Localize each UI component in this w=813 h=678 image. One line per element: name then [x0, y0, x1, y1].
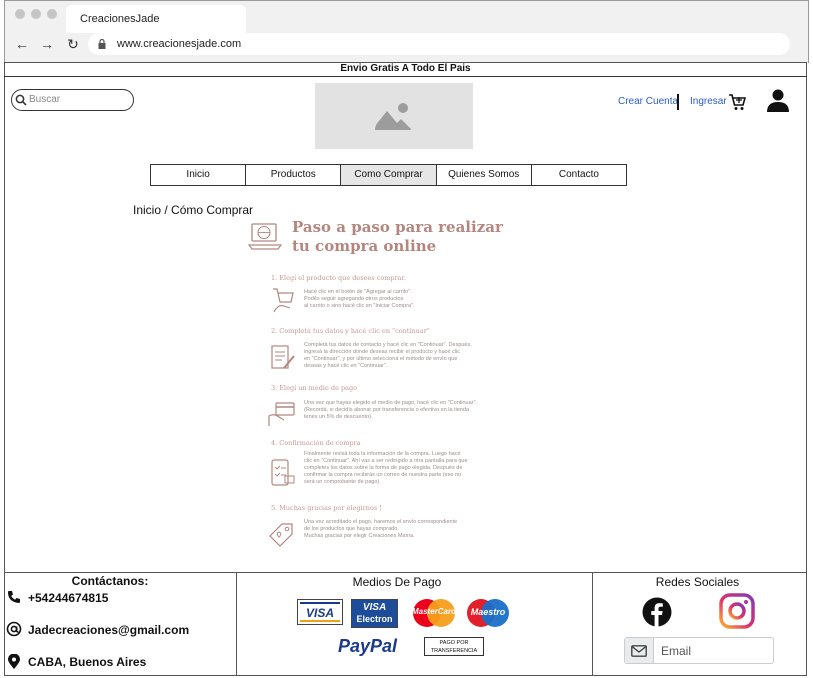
step-3-line: tenés un 5% de descuento).: [304, 414, 373, 420]
search-placeholder: Buscar: [29, 94, 61, 105]
contact-phone[interactable]: +54244674815: [28, 591, 108, 605]
cart-icon[interactable]: [728, 93, 746, 111]
laptop-globe-icon: [248, 223, 282, 250]
lock-icon: [98, 39, 106, 49]
step-4-text: Finalmente revisá toda la información de…: [304, 451, 468, 486]
contact-location: CABA, Buenos Aires: [28, 655, 147, 669]
tab-title: CreacionesJade: [80, 13, 160, 25]
search-input[interactable]: Buscar: [11, 89, 134, 111]
at-icon: [6, 621, 22, 637]
step-1-text: Hacé clic en el botón de "Agregar al car…: [304, 289, 415, 310]
card-hand-icon: [268, 402, 295, 426]
paypal-logo: PayPal: [338, 636, 398, 656]
step-4-heading: 4. Confirmación de compra: [271, 439, 361, 447]
window-minimize-dot[interactable]: [31, 9, 41, 19]
step-3-heading: 3. Elegí un medio de pago: [271, 384, 358, 392]
image-placeholder-icon: [375, 103, 411, 130]
step-2-line: en "Continuar", y por último seleccioná …: [304, 356, 458, 362]
mastercard-text: MasterCard: [411, 607, 456, 616]
header-divider: [677, 94, 679, 110]
envelope-icon: [631, 645, 647, 657]
nav-como-comprar[interactable]: Como Comprar: [341, 165, 437, 185]
url-text: www.creacionesjade.com: [117, 38, 242, 50]
step-5-text: Una vez acreditado el pago, haremos el e…: [304, 519, 457, 540]
visa-logo: VISA: [297, 599, 343, 625]
breadcrumb-current: Cómo Comprar: [171, 203, 254, 217]
shipping-banner: Envio Gratis A Todo El Pais: [4, 62, 807, 77]
step-4-line: confirmar la compra recibirás un correo …: [304, 472, 462, 478]
instagram-icon[interactable]: [719, 593, 755, 629]
window-maximize-dot[interactable]: [47, 9, 57, 19]
address-bar[interactable]: www.creacionesjade.com: [88, 33, 790, 55]
logo-placeholder[interactable]: [315, 83, 473, 149]
browser-tab[interactable]: CreacionesJade: [66, 5, 246, 33]
maestro-text: Maestro: [470, 607, 506, 617]
step-1-line: Hacé clic en el botón de "Agregar al car…: [304, 289, 412, 295]
step-4-line: Finalmente revisá toda la información de…: [304, 451, 461, 457]
cart-hand-icon: [273, 288, 294, 313]
breadcrumb-separator: /: [161, 203, 172, 217]
step-5-line: Muchas gracias por elegir Creaciones Mam…: [304, 533, 415, 539]
step-1-heading: 1. Elegí el producto que desees comprar.: [271, 274, 407, 282]
visa-electron-logo: VISA Electron: [351, 599, 398, 628]
step-2-line: deseas y hacé clic en "Continuar".: [304, 363, 388, 369]
email-placeholder: Email: [661, 644, 692, 658]
transfer-text-1: PAGO POR: [439, 640, 469, 646]
bank-transfer-logo: PAGO POR TRANSFERENCIA: [424, 637, 484, 656]
login-link[interactable]: Ingresar: [690, 96, 727, 107]
steps-title-line2: tu compra online: [292, 237, 437, 255]
steps-title-line1: Paso a paso para realizar: [292, 218, 503, 236]
step-5-line: de los productos que hayas comprado.: [304, 526, 399, 532]
step-4-line: será un comprobante de pago).: [304, 479, 381, 485]
user-icon[interactable]: [766, 88, 790, 112]
nav-quienes-somos[interactable]: Quienes Somos: [437, 165, 532, 185]
step-4-line: completes los datos sobre la forma de pa…: [304, 465, 463, 471]
nav-contacto[interactable]: Contacto: [532, 165, 626, 185]
phone-icon: [8, 591, 20, 603]
step-2-line: Completá tus datos de contacto y hacé cl…: [304, 342, 472, 348]
contact-email[interactable]: Jadecreaciones@gmail.com: [28, 623, 189, 637]
step-1-line: al carrito o sino hacé clic en "Iniciar …: [304, 303, 415, 309]
step-2-line: ingresá la dirección donde deseas recibi…: [304, 349, 460, 355]
visa-electron-text-1: VISA: [362, 602, 387, 613]
visa-text: VISA: [305, 606, 334, 620]
step-3-text: Una vez que hayas elegido el medio de pa…: [304, 400, 477, 421]
step-5-line: Una vez acreditado el pago, haremos el e…: [304, 519, 458, 525]
social-title: Redes Sociales: [655, 575, 740, 589]
contact-title: Contáctanos:: [71, 574, 149, 588]
steps-title: Paso a paso para realizar tu compra onli…: [292, 218, 503, 256]
step-2-text: Completá tus datos de contacto y hacé cl…: [304, 342, 472, 370]
facebook-icon[interactable]: [642, 597, 672, 627]
how-to-buy-infographic: Paso a paso para realizar tu compra onli…: [246, 218, 536, 558]
search-icon: [15, 94, 27, 106]
create-account-link[interactable]: Crear Cuenta: [618, 96, 678, 107]
step-3-line: Una vez que hayas elegido el medio de pa…: [304, 400, 477, 406]
payments-title: Medios De Pago: [352, 575, 442, 589]
visa-electron-text-2: Electron: [356, 614, 393, 624]
reload-icon[interactable]: ↻: [65, 36, 81, 52]
breadcrumb-home[interactable]: Inicio: [133, 203, 161, 217]
main-nav: Inicio Productos Como Comprar Quienes So…: [150, 164, 627, 186]
nav-productos[interactable]: Productos: [246, 165, 342, 185]
window-close-dot[interactable]: [15, 9, 25, 19]
step-3-line: (Recordá, si decidís abonar por transfer…: [304, 407, 470, 413]
forward-icon[interactable]: →: [39, 36, 55, 52]
phone-checklist-icon: [271, 459, 295, 486]
step-2-heading: 2. Completá tus datos y hacé clic en "co…: [271, 327, 430, 335]
transfer-text-2: TRANSFERENCIA: [430, 648, 478, 654]
step-1-line: Podés seguir agregando otros productos: [304, 296, 404, 302]
breadcrumb: Inicio / Cómo Comprar: [133, 203, 253, 217]
location-pin-icon: [8, 654, 20, 669]
step-5-heading: 5. Muchas gracias por elegirnos !: [271, 504, 382, 512]
newsletter-email-input[interactable]: Email: [624, 637, 774, 664]
nav-inicio[interactable]: Inicio: [151, 165, 247, 185]
back-icon[interactable]: ←: [14, 36, 30, 52]
form-pencil-icon: [271, 345, 295, 369]
step-4-line: clic en "Continuar". Ahí vas a ser redir…: [304, 458, 468, 464]
gift-tag-icon: [269, 523, 293, 547]
